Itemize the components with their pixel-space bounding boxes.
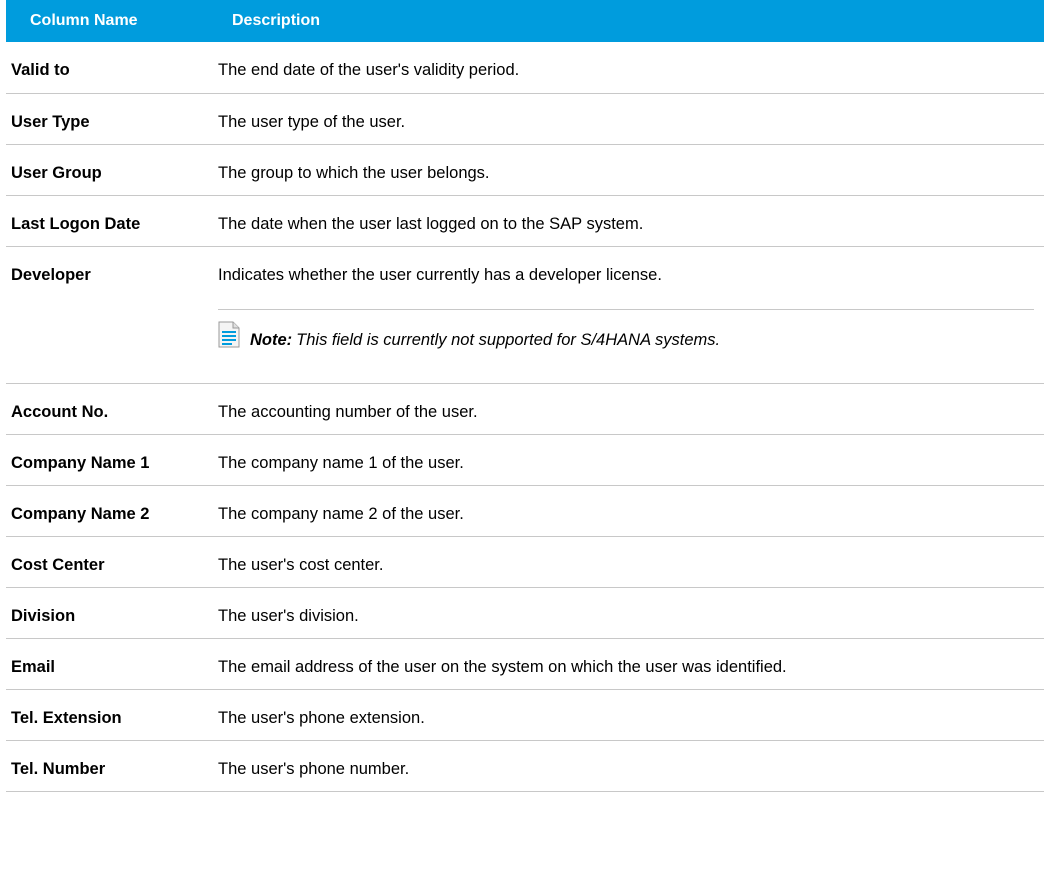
table-row: Valid to The end date of the user's vali… <box>6 42 1044 93</box>
table-row: Last Logon Date The date when the user l… <box>6 195 1044 246</box>
row-description: The email address of the user on the sys… <box>218 657 787 676</box>
table-row: Email The email address of the user on t… <box>6 638 1044 689</box>
note-document-icon <box>218 321 240 348</box>
table-row: Tel. Number The user's phone number. <box>6 740 1044 791</box>
row-description: The user type of the user. <box>218 112 406 131</box>
row-description: The user's phone number. <box>218 759 410 778</box>
table-header-row: Column Name Description <box>6 0 1044 42</box>
row-description: The accounting number of the user. <box>218 402 478 421</box>
table-row: Account No. The accounting number of the… <box>6 383 1044 434</box>
row-description: The company name 1 of the user. <box>218 453 464 472</box>
row-description-with-note: Indicates whether the user currently has… <box>215 246 1044 383</box>
row-name: Division <box>11 606 76 625</box>
row-name: Cost Center <box>11 555 105 574</box>
row-name: Tel. Number <box>11 759 106 778</box>
row-name: Account No. <box>11 402 109 421</box>
header-description: Description <box>232 12 321 29</box>
row-name: User Group <box>11 163 102 182</box>
table-row: User Group The group to which the user b… <box>6 144 1044 195</box>
row-description: Indicates whether the user currently has… <box>218 265 662 284</box>
row-name: Company Name 2 <box>11 504 150 523</box>
note-label: Note: <box>250 330 293 349</box>
header-column-name: Column Name <box>30 12 138 29</box>
row-description: The end date of the user's validity peri… <box>218 61 520 79</box>
table-row: Division The user's division. <box>6 587 1044 638</box>
row-description: The user's phone extension. <box>218 708 425 727</box>
table-row: Company Name 2 The company name 2 of the… <box>6 485 1044 536</box>
row-name: Company Name 1 <box>11 453 150 472</box>
table-row: Company Name 1 The company name 1 of the… <box>6 434 1044 485</box>
row-description: The user's cost center. <box>218 555 384 574</box>
row-description: The date when the user last logged on to… <box>218 214 644 233</box>
row-name: Developer <box>11 265 91 284</box>
table-row: Developer Indicates whether the user cur… <box>6 246 1044 383</box>
row-name: Last Logon Date <box>11 214 141 233</box>
note-block: Note: This field is currently not support… <box>218 308 1034 350</box>
table-body: Valid to The end date of the user's vali… <box>6 42 1044 791</box>
table-row: Tel. Extension The user's phone extensio… <box>6 689 1044 740</box>
table-row: Cost Center The user's cost center. <box>6 536 1044 587</box>
row-name: Valid to <box>11 61 70 79</box>
table-row: User Type The user type of the user. <box>6 93 1044 144</box>
note-text-wrapper: Note: This field is currently not support… <box>250 330 720 350</box>
row-description: The group to which the user belongs. <box>218 163 490 182</box>
row-name: Email <box>11 657 56 676</box>
row-name: User Type <box>11 112 90 131</box>
row-description: The user's division. <box>218 606 359 625</box>
column-description-table: Column Name Description Valid to The end… <box>6 0 1044 792</box>
table-header: Column Name Description <box>6 0 1044 42</box>
row-description: The company name 2 of the user. <box>218 504 464 523</box>
note-text: This field is currently not supported fo… <box>296 330 721 349</box>
row-name: Tel. Extension <box>11 708 122 727</box>
